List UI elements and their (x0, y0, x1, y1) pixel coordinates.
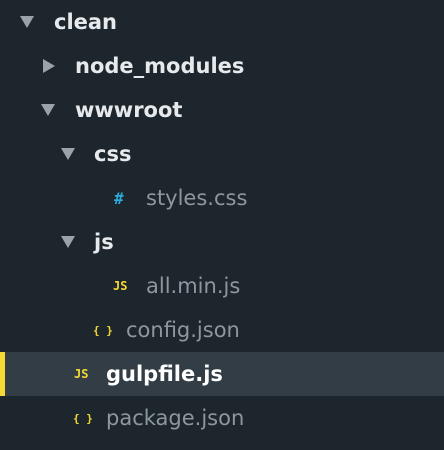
tree-item-js[interactable]: js (0, 220, 444, 264)
triangle-down-icon[interactable] (61, 220, 75, 264)
folder-label: node_modules (75, 54, 245, 78)
tree-item-gulpfile-js[interactable]: JS gulpfile.js (0, 352, 444, 396)
folder-label: js (94, 230, 114, 254)
tree-item-config-json[interactable]: { } config.json (0, 308, 444, 352)
tree-item-node-modules[interactable]: node_modules (0, 44, 444, 88)
file-label: config.json (126, 318, 240, 342)
file-tree-sidebar: clean node_modules wwwroot css # styles.… (0, 0, 444, 450)
braces-icon: { } (73, 411, 93, 425)
js-icon: JS (113, 279, 128, 293)
tree-item-wwwroot[interactable]: wwwroot (0, 88, 444, 132)
folder-label: css (94, 142, 132, 166)
tree-item-css[interactable]: css (0, 132, 444, 176)
tree-item-clean[interactable]: clean (0, 0, 444, 44)
triangle-right-icon[interactable] (43, 44, 55, 88)
tree-item-styles-css[interactable]: # styles.css (0, 176, 444, 220)
tree-item-all-min-js[interactable]: JS all.min.js (0, 264, 444, 308)
file-label: all.min.js (146, 274, 241, 298)
tree-item-package-json[interactable]: { } package.json (0, 396, 444, 440)
file-label: gulpfile.js (106, 362, 223, 386)
folder-label: wwwroot (75, 98, 183, 122)
triangle-down-icon[interactable] (41, 88, 55, 132)
hash-icon: # (114, 188, 124, 208)
triangle-down-icon[interactable] (61, 132, 75, 176)
file-label: styles.css (146, 186, 248, 210)
js-icon: JS (74, 367, 89, 381)
triangle-down-icon[interactable] (20, 0, 34, 44)
braces-icon: { } (93, 323, 113, 337)
file-label: package.json (106, 406, 245, 430)
folder-label: clean (54, 10, 118, 34)
